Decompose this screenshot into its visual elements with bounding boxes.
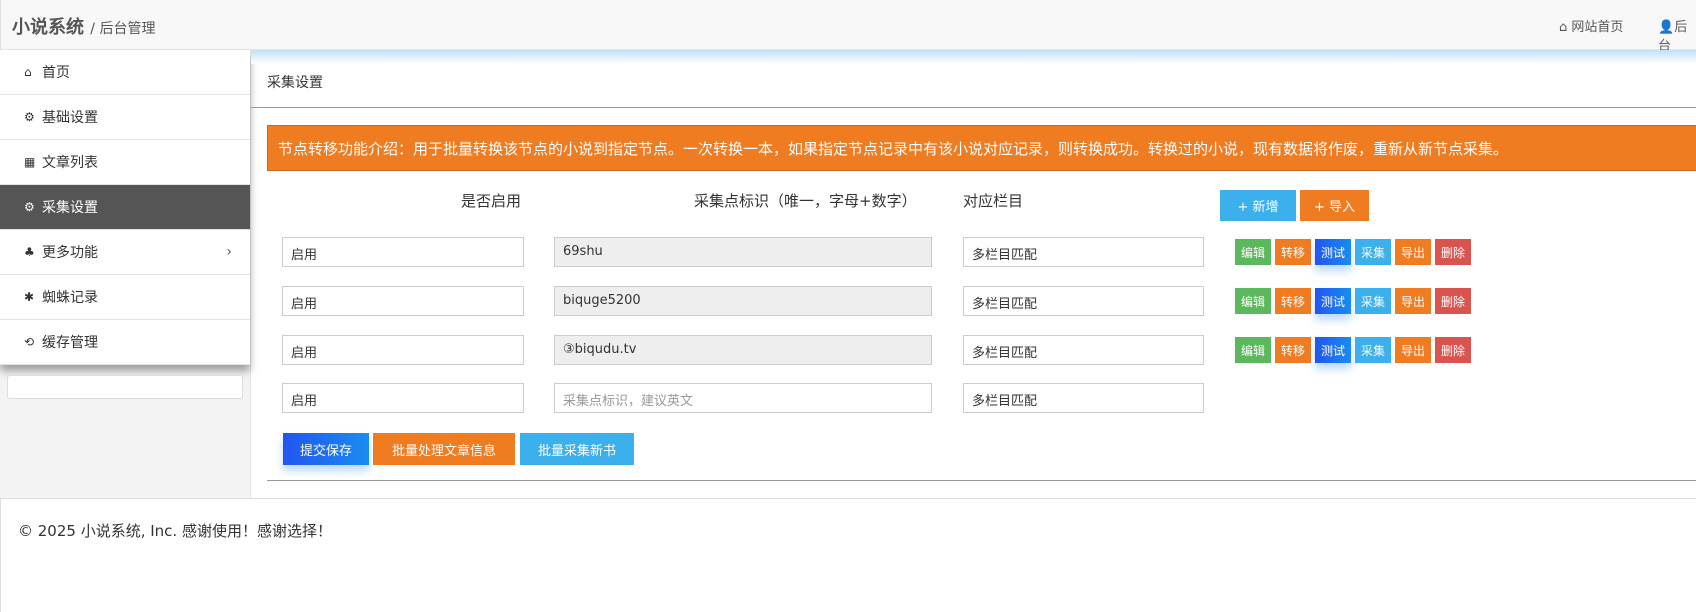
collect-id-field[interactable]: 69shu [554,237,932,267]
brand[interactable]: 小说系统 / 后台管理 [12,13,155,39]
home-icon: ⌂ [24,65,32,79]
delete-button[interactable]: 删除 [1435,239,1471,265]
sidebar-item-spider-log[interactable]: ✱ 蜘蛛记录 [0,275,250,320]
delete-button[interactable]: 删除 [1435,288,1471,314]
export-button[interactable]: 导出 [1395,288,1431,314]
export-button[interactable]: 导出 [1395,239,1431,265]
edit-button[interactable]: 编辑 [1235,337,1271,363]
admin-user-link[interactable]: 👤后台 [1658,16,1696,54]
table-icon: ▦ [24,155,36,169]
sidebar-item-more[interactable]: ♣ 更多功能 › [0,230,250,275]
bug-icon: ✱ [24,290,35,304]
enabled-field[interactable]: 启用 [282,383,524,413]
top-navbar: 小说系统 / 后台管理 ⌂ 网站首页 👤后台 [0,0,1696,54]
category-field[interactable]: 多栏目匹配 [963,383,1204,413]
batch-process-button[interactable]: 批量处理文章信息 [373,433,515,465]
chevron-right-icon: › [226,244,232,260]
collect-id-input[interactable]: 采集点标识，建议英文 [554,383,932,413]
export-button[interactable]: 导出 [1395,337,1431,363]
enabled-field[interactable]: 启用 [282,286,524,316]
add-button[interactable]: + 新增 [1220,190,1296,221]
delete-button[interactable]: 删除 [1435,337,1471,363]
test-button[interactable]: 测试 [1315,288,1351,314]
category-field[interactable]: 多栏目匹配 [963,335,1204,365]
divider [267,480,1696,481]
collect-button[interactable]: 采集 [1355,239,1391,265]
transfer-button[interactable]: 转移 [1275,337,1311,363]
site-home-link[interactable]: ⌂ 网站首页 [1559,16,1623,35]
divider [251,107,1696,108]
submit-save-button[interactable]: 提交保存 [283,433,369,465]
sidebar-item-article-list[interactable]: ▦ 文章列表 [0,140,250,185]
sitemap-icon: ♣ [24,245,35,259]
footer: © 2025 小说系统, Inc. 感谢使用！感谢选择！ [0,498,1696,612]
home-icon: ⌂ [1559,20,1568,35]
gears-icon: ⚙ [24,200,35,214]
test-button[interactable]: 测试 [1315,337,1351,363]
sidebar-item-home[interactable]: ⌂ 首页 [0,50,250,95]
enabled-field[interactable]: 启用 [282,335,524,365]
sidebar: ⌂ 首页 ⚙ 基础设置 ▦ 文章列表 ⚙ 采集设置 ♣ 更多功能 › ✱ 蜘蛛记录 ⟲ 缓存管理 [0,50,251,498]
category-field[interactable]: 多栏目匹配 [963,237,1204,267]
main-panel: 采集设置 节点转移功能介绍：用于批量转换该节点的小说到指定节点。一次转换一本，如… [251,50,1696,498]
import-button[interactable]: + 导入 [1300,190,1369,221]
edit-button[interactable]: 编辑 [1235,288,1271,314]
edit-button[interactable]: 编辑 [1235,239,1271,265]
column-header-enabled: 是否启用 [461,192,522,210]
collect-id-field[interactable]: ③biqudu.tv [554,335,932,365]
sidebar-search-input[interactable] [7,375,243,399]
gear-icon: ⚙ [24,110,35,124]
page-title: 采集设置 [267,75,323,91]
collect-id-field[interactable]: biquge5200 [554,286,932,316]
brand-subtitle: / 后台管理 [90,21,156,37]
sidebar-item-collect-settings[interactable]: ⚙ 采集设置 [0,185,250,230]
collect-button[interactable]: 采集 [1355,288,1391,314]
batch-collect-button[interactable]: 批量采集新书 [520,433,634,465]
user-icon: 👤 [1658,20,1675,35]
enabled-field[interactable]: 启用 [282,237,524,267]
sidebar-item-cache[interactable]: ⟲ 缓存管理 [0,320,250,365]
category-field[interactable]: 多栏目匹配 [963,286,1204,316]
info-alert: 节点转移功能介绍：用于批量转换该节点的小说到指定节点。一次转换一本，如果指定节点… [267,125,1696,171]
test-button[interactable]: 测试 [1315,239,1351,265]
sidebar-item-basic-settings[interactable]: ⚙ 基础设置 [0,95,250,140]
transfer-button[interactable]: 转移 [1275,239,1311,265]
column-header-id: 采集点标识（唯一，字母+数字） [694,192,917,210]
collect-button[interactable]: 采集 [1355,337,1391,363]
column-header-category: 对应栏目 [963,192,1024,210]
refresh-icon: ⟲ [24,335,35,349]
transfer-button[interactable]: 转移 [1275,288,1311,314]
